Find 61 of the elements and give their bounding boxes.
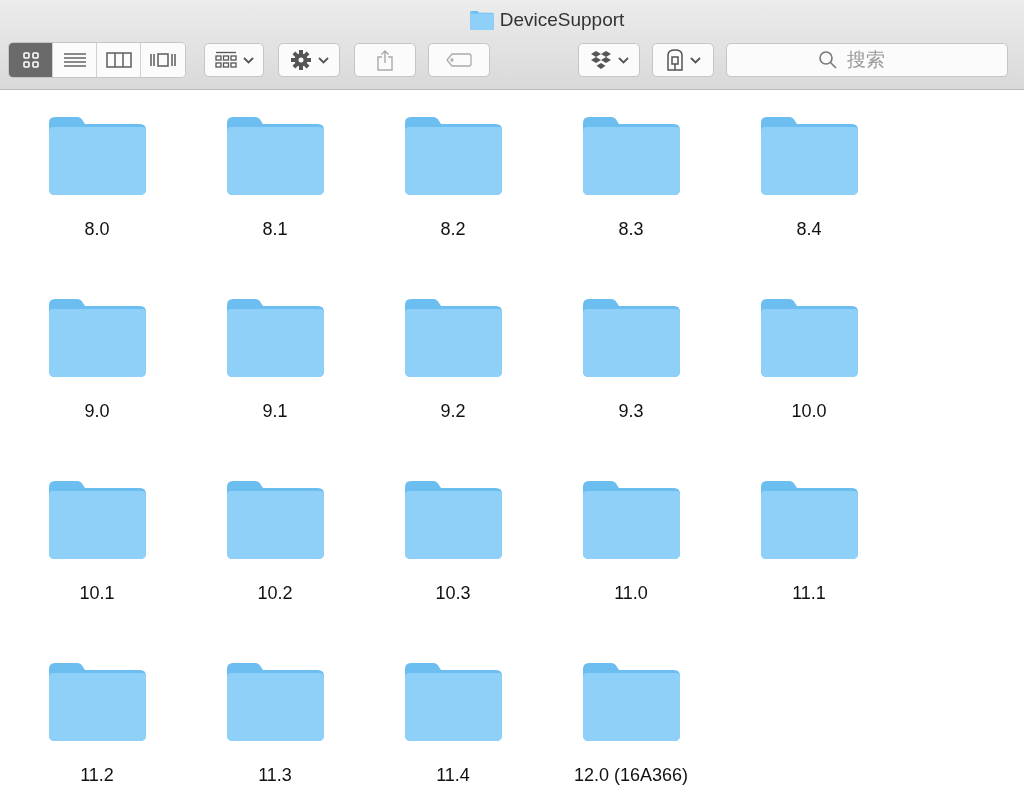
folder-icon (404, 481, 502, 559)
folder-icon (226, 663, 324, 741)
folder-name: 8.1 (262, 219, 288, 240)
search-icon (818, 50, 838, 70)
action-button[interactable] (278, 43, 340, 77)
folder-icon (582, 299, 680, 377)
folder-name: 9.3 (618, 401, 644, 422)
folder-icon (469, 10, 494, 30)
folder-name: 8.4 (796, 219, 822, 240)
dropbox-button[interactable] (578, 43, 640, 77)
folder-icon (48, 117, 146, 195)
folder-icon (48, 481, 146, 559)
folder-icon (226, 299, 324, 377)
search-field[interactable]: 搜索 (726, 43, 1008, 77)
folder-name: 11.3 (258, 765, 292, 786)
gallery-view-icon (149, 52, 177, 68)
folder-icon (760, 481, 858, 559)
icon-view-icon (21, 51, 40, 69)
folder-name: 8.3 (618, 219, 644, 240)
window-title: DeviceSupport (499, 9, 625, 31)
folder-icon (48, 663, 146, 741)
folder-name: 12.0 (16A366) (573, 765, 689, 786)
folder-icon (404, 299, 502, 377)
view-mode-button[interactable] (9, 43, 53, 77)
folder-name: 11.0 (614, 583, 648, 604)
box-icon (665, 49, 684, 71)
folder-icon (760, 117, 858, 195)
folder-name: 10.2 (257, 583, 293, 604)
folder-name: 10.1 (79, 583, 115, 604)
chevron-down-icon (317, 56, 329, 64)
folder-name: 9.1 (262, 401, 288, 422)
folder-name: 9.2 (440, 401, 466, 422)
folder-icon (404, 663, 502, 741)
dropbox-icon (589, 50, 612, 70)
device-button[interactable] (652, 43, 714, 77)
chevron-down-icon (689, 56, 701, 64)
folder-icon (582, 481, 680, 559)
column-view-icon (105, 52, 132, 68)
chevron-down-icon (242, 56, 254, 64)
share-icon (376, 49, 394, 71)
folder-icon (582, 663, 680, 741)
grid-icon (214, 51, 237, 69)
folder-icon (226, 481, 324, 559)
arrange-button[interactable] (204, 43, 264, 77)
folder-name: 8.0 (84, 219, 110, 240)
folder-icon (226, 117, 324, 195)
folder-icon (582, 117, 680, 195)
folder-icon (48, 299, 146, 377)
folder-name: 8.2 (440, 219, 466, 240)
folder-name: 11.2 (80, 765, 114, 786)
folder-icon (760, 299, 858, 377)
folder-name: 11.4 (436, 765, 470, 786)
tag-icon (446, 53, 472, 67)
gear-icon (289, 49, 312, 71)
list-view-icon (62, 51, 87, 69)
folder-icon (404, 117, 502, 195)
folder-name: 10.0 (791, 401, 827, 422)
folder-name: 11.1 (792, 583, 826, 604)
folder-name: 9.0 (84, 401, 110, 422)
chevron-down-icon (617, 56, 629, 64)
folder-name: 10.3 (435, 583, 471, 604)
